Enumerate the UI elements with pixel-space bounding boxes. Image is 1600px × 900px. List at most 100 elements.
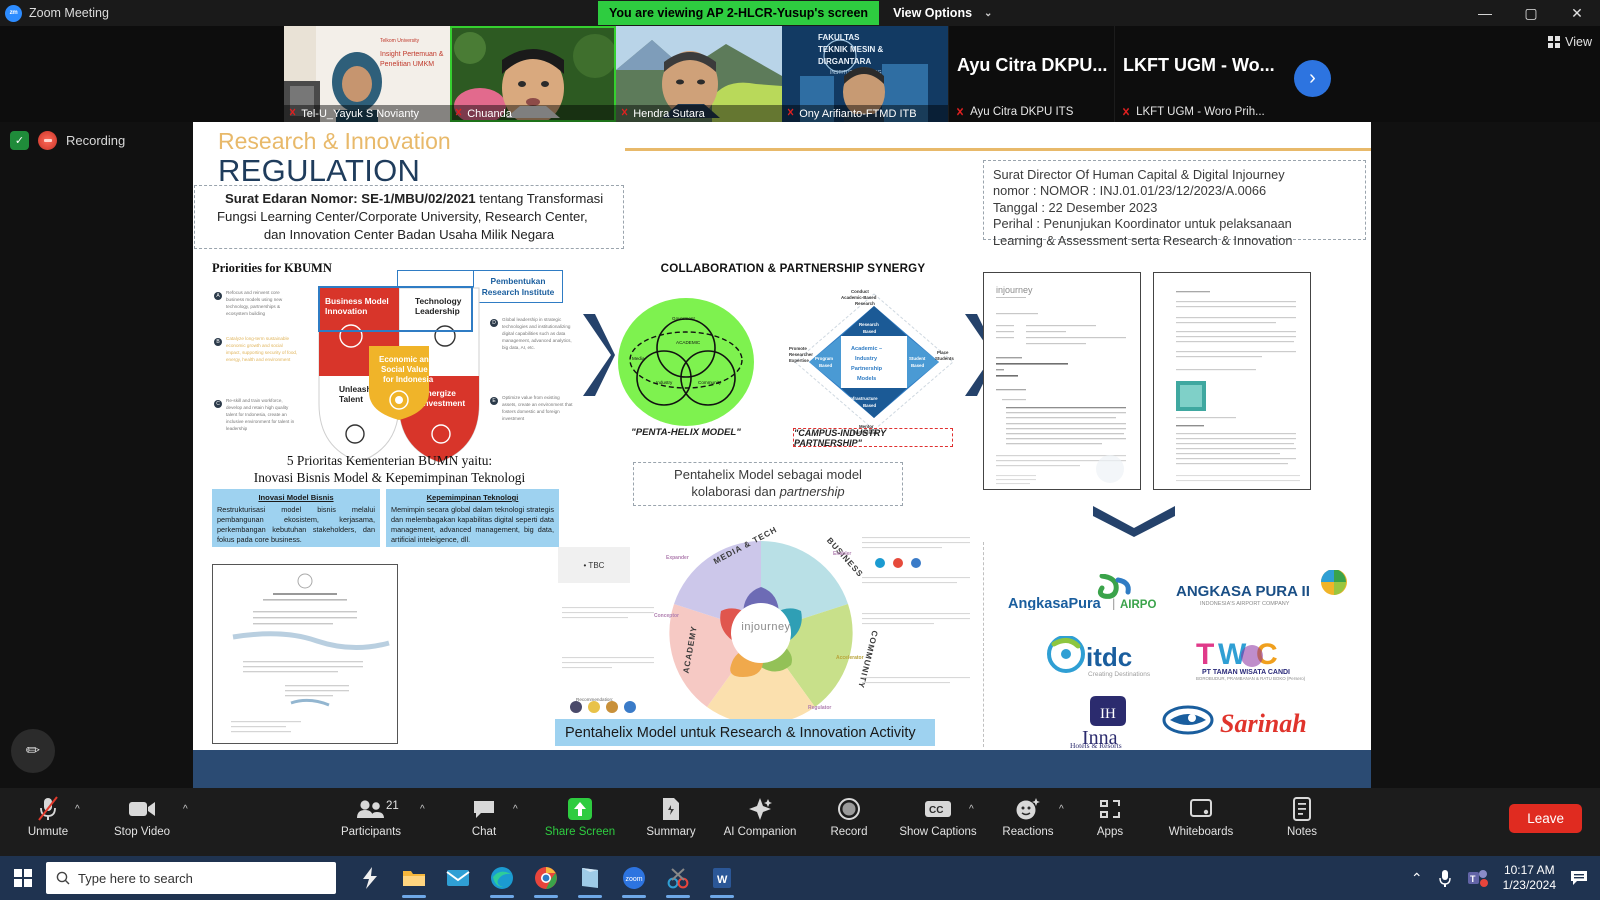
taskbar-app-zoom[interactable]: zoom bbox=[612, 856, 656, 900]
blue-box-inovasi-model-bisnis: Inovasi Model Bisnis Restrukturisasi mod… bbox=[212, 489, 380, 547]
participant-name: Ayu Citra DKPU ITS bbox=[970, 106, 1073, 118]
svg-text:Talent: Talent bbox=[339, 394, 363, 404]
pentahelix-wheel-area: • TBC injourney MEDIA & TECH BUSINESS CO… bbox=[558, 527, 978, 742]
toolbar-stop-video-button[interactable]: Stop Video bbox=[104, 795, 180, 838]
annotate-button[interactable]: ✏ bbox=[11, 729, 55, 773]
svg-text:DIRGANTARA: DIRGANTARA bbox=[818, 57, 871, 66]
campus-industry-caption: "CAMPUS-INDUSTRY PARTNERSHIP" bbox=[793, 428, 953, 447]
recording-indicator[interactable]: ✓ Recording bbox=[10, 131, 125, 150]
whiteboard-icon bbox=[1189, 795, 1213, 823]
toolbar-unmute-button[interactable]: Unmute bbox=[10, 795, 86, 838]
toolbar-label: Share Screen bbox=[545, 826, 615, 838]
encryption-shield-icon[interactable]: ✓ bbox=[10, 131, 29, 150]
start-button[interactable] bbox=[0, 869, 46, 887]
mic-muted-icon: ✕ bbox=[621, 108, 628, 119]
toolbar-label: Stop Video bbox=[114, 826, 170, 838]
svg-text:Goverment: Goverment bbox=[672, 316, 695, 321]
toolbar-ai-companion-button[interactable]: AI Companion bbox=[722, 795, 798, 838]
taskbar-app-chrome[interactable] bbox=[524, 856, 568, 900]
leave-label: Leave bbox=[1527, 811, 1564, 826]
filmstrip-next-button[interactable]: › bbox=[1294, 60, 1331, 97]
chat-caret[interactable]: ^ bbox=[513, 804, 518, 815]
participant-name-bar: ✕ Ayu Citra DKPU ITS bbox=[955, 105, 1073, 119]
toolbar-summary-button[interactable]: Summary bbox=[633, 795, 709, 838]
toolbar-apps-button[interactable]: Apps bbox=[1072, 795, 1148, 838]
record-stop-icon[interactable] bbox=[38, 131, 57, 150]
ai-companion-icon bbox=[748, 795, 772, 823]
video-settings-caret[interactable]: ^ bbox=[183, 804, 188, 815]
taskbar-app-snip[interactable] bbox=[656, 856, 700, 900]
logo-angkasa-pura-2: ANGKASA PURA II INDONESIA'S AIRPORT COMP… bbox=[1174, 570, 1354, 615]
toolbar-label: AI Companion bbox=[724, 826, 797, 838]
five-priorities-text: 5 Prioritas Kementerian BUMN yaitu: Inov… bbox=[212, 452, 567, 487]
surat-edaran-box: Surat Edaran Nomor: SE-1/MBU/02/2021 ten… bbox=[194, 185, 624, 249]
svg-text:T: T bbox=[1470, 874, 1476, 884]
participant-tile[interactable]: LKFT UGM - Wo... ✕ LKFT UGM - Woro Prih.… bbox=[1114, 26, 1294, 122]
partner-logos-panel: AngkasaPura | AIRPORTS ANGKASA PURA II I… bbox=[983, 542, 1366, 747]
injourney-line-3: Tanggal : 22 Desember 2023 bbox=[993, 200, 1356, 216]
toolbar-share-screen-button[interactable]: Share Screen bbox=[542, 795, 618, 838]
svg-text:Research: Research bbox=[859, 322, 879, 327]
participant-display-name: LKFT UGM - Wo... bbox=[1123, 55, 1294, 76]
priority-note: Catalyze long-term sustainable economic … bbox=[226, 336, 298, 364]
captions-caret[interactable]: ^ bbox=[969, 804, 974, 815]
wheel-center-brand: injourney bbox=[726, 621, 806, 633]
participant-tile[interactable]: FAKULTAS TEKNIK MESIN & DIRGANTARA INSTI… bbox=[782, 26, 948, 122]
participant-name-bar: ✕ Hendra Sutara bbox=[616, 105, 782, 122]
teams-icon[interactable]: T bbox=[1467, 868, 1489, 888]
view-layout-button[interactable]: View bbox=[1548, 35, 1592, 49]
svg-text:Infrastructure: Infrastructure bbox=[849, 396, 878, 401]
leave-meeting-button[interactable]: Leave bbox=[1509, 804, 1582, 833]
toolbar-reactions-button[interactable]: Reactions bbox=[990, 795, 1066, 838]
participant-tile[interactable]: ✕ Chuanda bbox=[450, 26, 616, 122]
svg-text:Research: Research bbox=[855, 301, 875, 306]
taman-wisata-candi-logo: T W C PT TAMAN WISATA CANDI BOROBUDUR, P… bbox=[1194, 634, 1334, 682]
taskbar-clock[interactable]: 10:17 AM 1/23/2024 bbox=[1503, 863, 1556, 893]
tray-overflow-caret[interactable]: ⌃ bbox=[1411, 870, 1423, 887]
taskbar-app-lightning[interactable] bbox=[348, 856, 392, 900]
svg-text:Academic –: Academic – bbox=[851, 346, 882, 352]
close-button[interactable]: ✕ bbox=[1554, 0, 1600, 26]
participant-tile[interactable]: ✕ Hendra Sutara bbox=[616, 26, 782, 122]
taskbar-app-file-explorer[interactable] bbox=[392, 856, 436, 900]
participants-caret[interactable]: ^ bbox=[420, 804, 425, 815]
recording-label: Recording bbox=[66, 133, 125, 148]
taskbar-app-store[interactable] bbox=[568, 856, 612, 900]
collaboration-heading: COLLABORATION & PARTNERSHIP SYNERGY bbox=[633, 262, 953, 275]
maximize-button[interactable]: ▢ bbox=[1508, 0, 1554, 26]
participant-tile[interactable]: Ayu Citra DKPU... ✕ Ayu Citra DKPU ITS bbox=[948, 26, 1114, 122]
penta-helix-circles: Goverment ACADEMIC Industry Community Me… bbox=[618, 298, 754, 426]
toolbar-whiteboards-button[interactable]: Whiteboards bbox=[1163, 795, 1239, 838]
logo-inna-hotels: IH Inna Hotels & Resorts bbox=[1062, 694, 1158, 753]
notes-icon bbox=[1292, 795, 1312, 823]
view-options-label: View Options bbox=[893, 6, 972, 20]
toolbar-notes-button[interactable]: Notes bbox=[1264, 795, 1340, 838]
taskbar-app-mail[interactable] bbox=[436, 856, 480, 900]
notification-icon[interactable] bbox=[1570, 869, 1588, 887]
apps-icon bbox=[1098, 795, 1122, 823]
toolbar-chat-button[interactable]: Chat bbox=[446, 795, 522, 838]
taskbar-app-word[interactable]: W bbox=[700, 856, 744, 900]
windows-logo-icon bbox=[14, 869, 32, 887]
store-icon bbox=[579, 866, 601, 890]
penta-helix-caption: "PENTA-HELIX MODEL" bbox=[618, 427, 754, 438]
toolbar-record-button[interactable]: Record bbox=[811, 795, 887, 838]
participant-tile[interactable]: Telkom University Insight Pertemuan & Pe… bbox=[284, 26, 450, 122]
blue-box-title: Inovasi Model Bisnis bbox=[217, 493, 375, 502]
taskbar-app-edge[interactable] bbox=[480, 856, 524, 900]
scanned-letter-page-2 bbox=[1153, 272, 1311, 490]
taskbar-search-box[interactable]: Type here to search bbox=[46, 862, 336, 894]
svg-text:Based: Based bbox=[863, 329, 876, 334]
svg-text:Place: Place bbox=[937, 350, 949, 355]
document-thumbnail bbox=[1154, 273, 1310, 489]
toolbar-show-captions-button[interactable]: CC Show Captions bbox=[900, 795, 976, 838]
svg-text:Insight Pertemuan &: Insight Pertemuan & bbox=[380, 51, 444, 58]
minimize-button[interactable]: — bbox=[1462, 0, 1508, 26]
mic-settings-caret[interactable]: ^ bbox=[75, 804, 80, 815]
mic-icon[interactable] bbox=[1437, 868, 1453, 888]
clock-time: 10:17 AM bbox=[1503, 863, 1556, 878]
svg-text:Hotels & Resorts: Hotels & Resorts bbox=[1070, 741, 1122, 748]
system-tray: ⌃ T 10:17 AM 1/23/2024 bbox=[1411, 856, 1600, 900]
view-options-button[interactable]: View Options ⌄ bbox=[879, 1, 1000, 25]
reactions-caret[interactable]: ^ bbox=[1059, 804, 1064, 815]
